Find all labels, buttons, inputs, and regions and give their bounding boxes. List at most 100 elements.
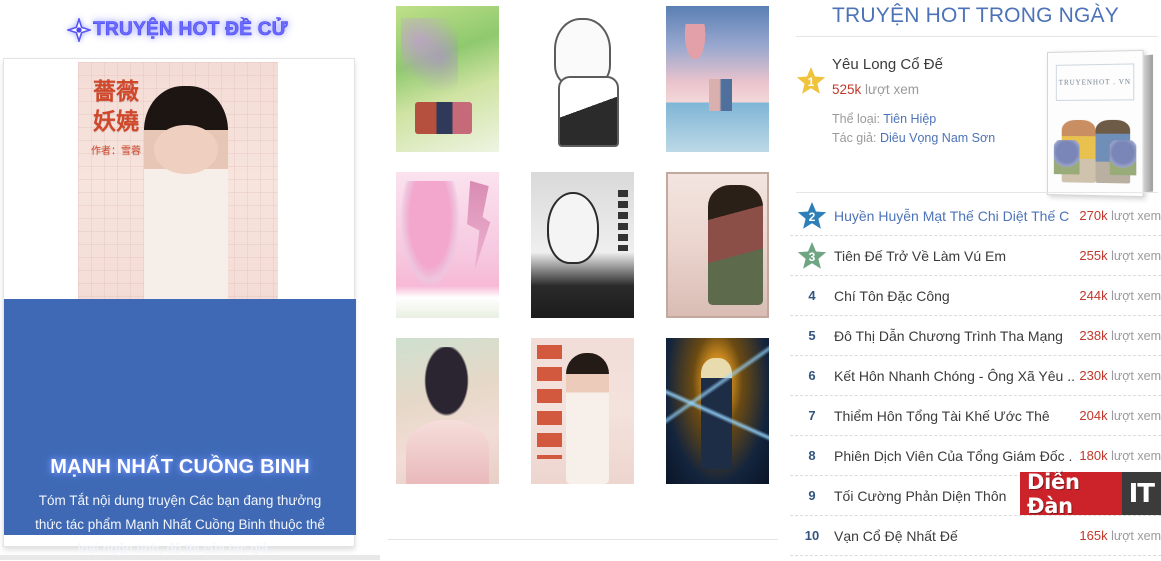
featured-genre-line: Thể loại: Tiên Hiệp xyxy=(832,110,1052,129)
views-suffix: lượt xem xyxy=(1111,529,1161,543)
genre-label: Thể loại: xyxy=(832,112,880,126)
ranking-row-title[interactable]: Đô Thị Dẫn Chương Trình Tha Mạng xyxy=(834,328,1075,344)
ranking-row-views: 230k lượt xem xyxy=(1075,368,1161,383)
rank-badge-cell: 3 xyxy=(790,241,834,270)
featured-views-suffix: lượt xem xyxy=(865,82,919,97)
promo-description: Tóm Tắt nội dung truyện Các bạn đang thư… xyxy=(35,493,325,556)
book-art-bouquet xyxy=(1109,140,1137,176)
ranking-title-divider xyxy=(796,36,1158,37)
ranking-row-views: 255k lượt xem xyxy=(1075,248,1161,263)
rank-number: 9 xyxy=(808,488,816,503)
thumbnail-column xyxy=(380,0,785,561)
rank-number: 4 xyxy=(808,288,816,303)
ranking-row-title[interactable]: Thiểm Hôn Tổng Tài Khế Ước Thê xyxy=(834,408,1075,424)
views-suffix: lượt xem xyxy=(1111,449,1161,463)
ranking-row-title[interactable]: Phiên Dịch Viên Của Tổng Giám Đốc . xyxy=(834,448,1075,464)
cover-cjk-title: 薔薇妖嬈 作者：雪蓉 xyxy=(91,78,141,157)
left-column-divider xyxy=(0,555,380,560)
rank-number: 8 xyxy=(808,448,816,463)
ranking-row[interactable]: 7 Thiểm Hôn Tổng Tài Khế Ước Thê 204k lư… xyxy=(790,396,1161,436)
ranking-row-title[interactable]: Tiên Đế Trở Về Làm Vú Em xyxy=(834,248,1075,264)
views-count: 238k xyxy=(1079,328,1108,343)
featured-views-count: 525k xyxy=(832,82,862,97)
thumbnail-grid xyxy=(380,6,785,484)
rank-number: 2 xyxy=(808,210,816,224)
ranking-row-views: 270k lượt xem xyxy=(1075,208,1161,223)
views-count: 230k xyxy=(1079,368,1108,383)
thumbnail-item[interactable] xyxy=(396,6,499,152)
book-cover-art xyxy=(1048,101,1143,190)
ranking-row-title[interactable]: Huyền Huyễn Mạt Thế Chi Diệt Thế C xyxy=(834,208,1075,224)
book-spine xyxy=(1144,54,1153,193)
page-root: TRUYỆN HOT ĐỀ CỬ 薔薇妖嬈 作者：雪蓉 MẠNH NHẤT CU… xyxy=(0,0,1161,561)
views-suffix: lượt xem xyxy=(1111,289,1161,303)
ranking-row-title[interactable]: Chí Tôn Đặc Công xyxy=(834,288,1075,304)
star-badge-green: 3 xyxy=(797,241,827,270)
thumbnail-item[interactable] xyxy=(396,338,499,484)
views-suffix: lượt xem xyxy=(1111,209,1161,223)
thumbnail-item[interactable] xyxy=(396,172,499,318)
views-suffix: lượt xem xyxy=(1111,329,1161,343)
rank-number: 5 xyxy=(808,328,816,343)
promo-book-title[interactable]: MẠNH NHẤT CUỒNG BINH xyxy=(4,456,356,479)
promo-column: TRUYỆN HOT ĐỀ CỬ 薔薇妖嬈 作者：雪蓉 MẠNH NHẤT CU… xyxy=(0,0,380,561)
promo-body: MẠNH NHẤT CUỒNG BINH Tóm Tắt nội dung tr… xyxy=(4,299,356,556)
views-count: 180k xyxy=(1079,448,1108,463)
ranking-row-views: 204k lượt xem xyxy=(1075,408,1161,423)
book-cover-label: TRUYENHOT . VN xyxy=(1055,63,1135,101)
featured-book-cover[interactable]: TRUYENHOT . VN xyxy=(1047,49,1153,198)
thumbnail-item[interactable] xyxy=(531,6,634,152)
watermark-right-text: IT xyxy=(1121,472,1161,515)
ranking-row[interactable]: 3 Tiên Đế Trở Về Làm Vú Em 255k lượt xem xyxy=(790,236,1161,276)
thumbnail-item[interactable] xyxy=(666,338,769,484)
rank-number: 7 xyxy=(808,408,816,423)
thumbnail-item[interactable] xyxy=(531,172,634,318)
ranking-row-views: 244k lượt xem xyxy=(1075,288,1161,303)
ranking-row-title[interactable]: Kết Hôn Nhanh Chóng - Ông Xã Yêu .. xyxy=(834,368,1075,384)
ranking-row-views: 180k lượt xem xyxy=(1075,448,1161,463)
site-watermark: Diễn Đàn IT xyxy=(1020,470,1161,518)
views-count: 165k xyxy=(1079,528,1108,543)
views-count: 255k xyxy=(1079,248,1108,263)
featured-divider xyxy=(796,192,1158,193)
rank-number: 10 xyxy=(804,528,820,543)
rank-number: 6 xyxy=(808,368,816,383)
featured-views: 525k lượt xem xyxy=(832,82,1052,97)
featured-info: Yêu Long Cổ Đế 525k lượt xem Thể loại: T… xyxy=(832,56,1052,148)
ranking-row[interactable]: 6 Kết Hôn Nhanh Chóng - Ông Xã Yêu .. 23… xyxy=(790,356,1161,396)
ranking-row-views: 238k lượt xem xyxy=(1075,328,1161,343)
thumbnail-item[interactable] xyxy=(531,338,634,484)
cover-cjk-author: 作者：雪蓉 xyxy=(91,146,141,157)
views-suffix: lượt xem xyxy=(1111,369,1161,383)
views-count: 270k xyxy=(1079,208,1108,223)
featured-ranking-item[interactable]: 1 Yêu Long Cổ Đế 525k lượt xem Thể loại:… xyxy=(790,48,1161,198)
star-badge-blue: 2 xyxy=(797,201,827,230)
promo-header: TRUYỆN HOT ĐỀ CỬ xyxy=(0,18,355,42)
author-label: Tác giả: xyxy=(832,131,877,145)
featured-rank-number: 1 xyxy=(807,75,815,89)
thumbnail-item[interactable] xyxy=(666,6,769,152)
watermark-left-text: Diễn Đàn xyxy=(1020,470,1122,518)
book-art-bouquet xyxy=(1053,140,1080,175)
featured-title[interactable]: Yêu Long Cổ Đế xyxy=(832,56,1052,73)
ranking-row[interactable]: 2 Huyền Huyễn Mạt Thế Chi Diệt Thế C 270… xyxy=(790,196,1161,236)
ranking-title: TRUYỆN HOT TRONG NGÀY xyxy=(832,4,1119,27)
promo-header-title: TRUYỆN HOT ĐỀ CỬ xyxy=(93,19,288,41)
middle-column-divider xyxy=(388,539,778,540)
ranking-row[interactable]: 4 Chí Tôn Đặc Công 244k lượt xem xyxy=(790,276,1161,316)
genre-link[interactable]: Tiên Hiệp xyxy=(883,112,936,126)
ranking-row[interactable]: 5 Đô Thị Dẫn Chương Trình Tha Mạng 238k … xyxy=(790,316,1161,356)
views-suffix: lượt xem xyxy=(1111,249,1161,263)
promo-card[interactable]: 薔薇妖嬈 作者：雪蓉 MẠNH NHẤT CUỒNG BINH Tóm Tắt … xyxy=(3,58,356,556)
thumbnail-item[interactable] xyxy=(666,172,769,318)
featured-meta: Thể loại: Tiên Hiệp Tác giả: Diêu Vọng N… xyxy=(832,110,1052,148)
ranking-row-title[interactable]: Vạn Cổ Đệ Nhất Đế xyxy=(834,528,1075,544)
book-front-face: TRUYENHOT . VN xyxy=(1047,49,1144,198)
views-suffix: lượt xem xyxy=(1111,409,1161,423)
ranking-row[interactable]: 10 Vạn Cổ Đệ Nhất Đế 165k lượt xem xyxy=(790,516,1161,556)
views-count: 204k xyxy=(1079,408,1108,423)
featured-author-line: Tác giả: Diêu Vọng Nam Sơn xyxy=(832,129,1052,148)
rank-badge-cell: 2 xyxy=(790,201,834,230)
ranking-row-views: 165k lượt xem xyxy=(1075,528,1161,543)
author-link[interactable]: Diêu Vọng Nam Sơn xyxy=(880,131,995,145)
